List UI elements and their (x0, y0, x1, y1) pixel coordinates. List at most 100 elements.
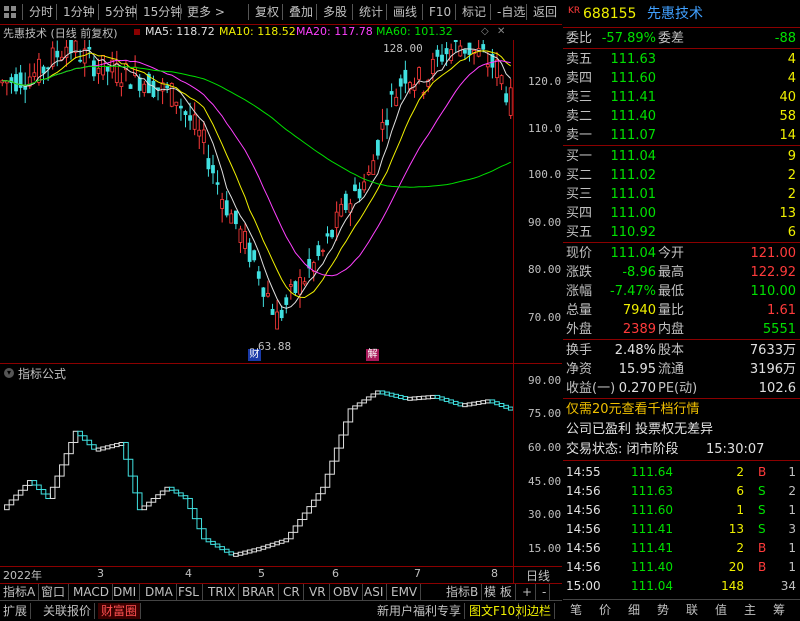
status-time: 15:30:07 (706, 442, 765, 457)
tab-dma[interactable]: DMA (142, 584, 177, 600)
pane-divider (0, 363, 562, 364)
tab-vr[interactable]: VR (306, 584, 330, 600)
indicator-y-tick: 60.00 (528, 441, 562, 454)
tab-brar[interactable]: BRAR (239, 584, 279, 600)
indicator-step (494, 401, 500, 406)
draw-line-button[interactable]: 画线 (386, 4, 417, 20)
tab-link[interactable]: 联 (679, 602, 705, 618)
tab-trend[interactable]: 势 (650, 602, 676, 618)
finance-marker[interactable]: 财 (248, 349, 261, 361)
tab-main[interactable]: 主 (737, 602, 763, 618)
kr-badge: KR (568, 6, 581, 16)
period-5min[interactable]: 5分钟 (98, 4, 137, 20)
tab-window[interactable]: 窗口 (38, 584, 70, 600)
multi-stock-button[interactable]: 多股 (316, 4, 347, 20)
ask-row[interactable]: 卖一 111.07 14 (563, 126, 800, 146)
quote-value: 7940 (622, 303, 656, 318)
diamond-icon[interactable]: ◇ (481, 26, 489, 37)
mark-button[interactable]: 标记 (455, 4, 486, 20)
tick-row: 14:55 111.64 2 B 1 (563, 462, 800, 482)
indicator-chart[interactable] (0, 380, 513, 565)
tab-dmi[interactable]: DMI (110, 584, 141, 600)
candle (73, 40, 78, 59)
candle (389, 83, 394, 108)
tab-price[interactable]: 价 (592, 602, 618, 618)
remove-favorite-button[interactable]: -自选 (490, 4, 525, 20)
candlestick-chart[interactable] (0, 40, 562, 362)
ask-row[interactable]: 卖二 111.40 58 (563, 107, 800, 127)
indicator-step (283, 538, 290, 543)
ask-row[interactable]: 卖五 111.63 4 (563, 50, 800, 70)
tick-price: 111.41 (631, 541, 673, 555)
stat-label: 换手 (566, 343, 593, 358)
close-icon[interactable]: ✕ (497, 26, 505, 37)
indicator-step (301, 512, 308, 520)
promo-row[interactable]: 仅需20元查看千档行情 (563, 400, 800, 420)
tab-add[interactable]: + (519, 584, 537, 600)
quote-value: 1.61 (767, 303, 796, 318)
settings-dot-icon[interactable] (134, 29, 140, 35)
indicator-step (379, 390, 386, 395)
bid-row[interactable]: 买五 110.92 6 (563, 223, 800, 243)
promo-text[interactable]: 仅需20元查看千档行情 (566, 400, 700, 420)
y-tick: 90.00 (528, 216, 562, 229)
tab-obv[interactable]: OBV (330, 584, 363, 600)
tab-chips[interactable]: 筹 (766, 602, 792, 618)
period-1min[interactable]: 1分钟 (56, 4, 95, 20)
fuquan-button[interactable]: 复权 (248, 4, 279, 20)
tab-asi[interactable]: ASI (361, 584, 388, 600)
period-fenshi[interactable]: 分时 (22, 4, 53, 20)
toolbar-grid-icon[interactable] (4, 6, 16, 18)
bid-row[interactable]: 买二 111.02 2 (563, 166, 800, 186)
tab-remove[interactable]: - (539, 584, 551, 600)
period-more[interactable]: 更多 > (180, 4, 225, 20)
tab-cr[interactable]: CR (280, 584, 304, 600)
tab-template[interactable]: 模 板 (481, 584, 516, 600)
tab-emv[interactable]: EMV (388, 584, 422, 600)
candle (275, 299, 280, 330)
unlock-marker[interactable]: 解 (366, 349, 379, 361)
period-label[interactable]: 日线 (526, 567, 550, 584)
level-price: 111.07 (610, 128, 657, 143)
overlay-button[interactable]: 叠加 (282, 4, 313, 20)
back-button[interactable]: 返回 (526, 4, 557, 20)
wealth-circle-button[interactable]: 财富圈 (98, 603, 142, 619)
tab-indicator-b[interactable]: 指标B (443, 584, 483, 600)
panel-tab-bar: 笔 价 细 势 联 值 主 筹 (563, 599, 800, 621)
indicator-step (178, 492, 184, 497)
bid-row[interactable]: 买四 111.00 13 (563, 204, 800, 224)
tab-value[interactable]: 值 (708, 602, 734, 618)
candle (298, 269, 302, 308)
level-volume: 58 (779, 109, 796, 124)
indicator-step (430, 394, 436, 399)
tab-trix[interactable]: TRIX (205, 584, 240, 600)
bid-row[interactable]: 买一 111.04 9 (563, 147, 800, 167)
indicator-step (475, 400, 482, 405)
period-15min[interactable]: 15分钟 (136, 4, 182, 20)
side-panel-button[interactable]: 刘边栏 (512, 603, 556, 619)
tick-side: B (758, 465, 767, 479)
new-user-promo-link[interactable]: 新用户福利专享 (374, 603, 466, 619)
tab-macd[interactable]: MACD (70, 584, 113, 600)
stats-button[interactable]: 统计 (352, 4, 383, 20)
x-label: 6 (332, 567, 339, 580)
indicator-step (402, 396, 409, 401)
ask-row[interactable]: 卖三 111.41 40 (563, 88, 800, 108)
candle (380, 108, 385, 142)
chevron-down-icon[interactable]: ▾ (4, 368, 14, 378)
quote-row: 涨跌 -8.96 最高 122.92 (563, 263, 800, 283)
tab-detail[interactable]: 细 (621, 602, 647, 618)
bid-row[interactable]: 买三 111.01 2 (563, 185, 800, 205)
related-quotes-button[interactable]: 关联报价 (40, 603, 96, 619)
indicator-step (68, 441, 74, 455)
indicator-step (251, 548, 258, 553)
ask-row[interactable]: 卖四 111.60 4 (563, 69, 800, 89)
f10-button[interactable]: F10 (422, 4, 451, 20)
candle (183, 109, 188, 128)
tab-fsl[interactable]: FSL (175, 584, 203, 600)
quote-value: -8.96 (622, 265, 656, 280)
expand-button[interactable]: 扩展 (0, 603, 32, 619)
tick-time: 14:55 (566, 465, 601, 479)
tab-trades[interactable]: 笔 (563, 602, 589, 618)
tab-indicator-a[interactable]: 指标A (0, 584, 40, 600)
